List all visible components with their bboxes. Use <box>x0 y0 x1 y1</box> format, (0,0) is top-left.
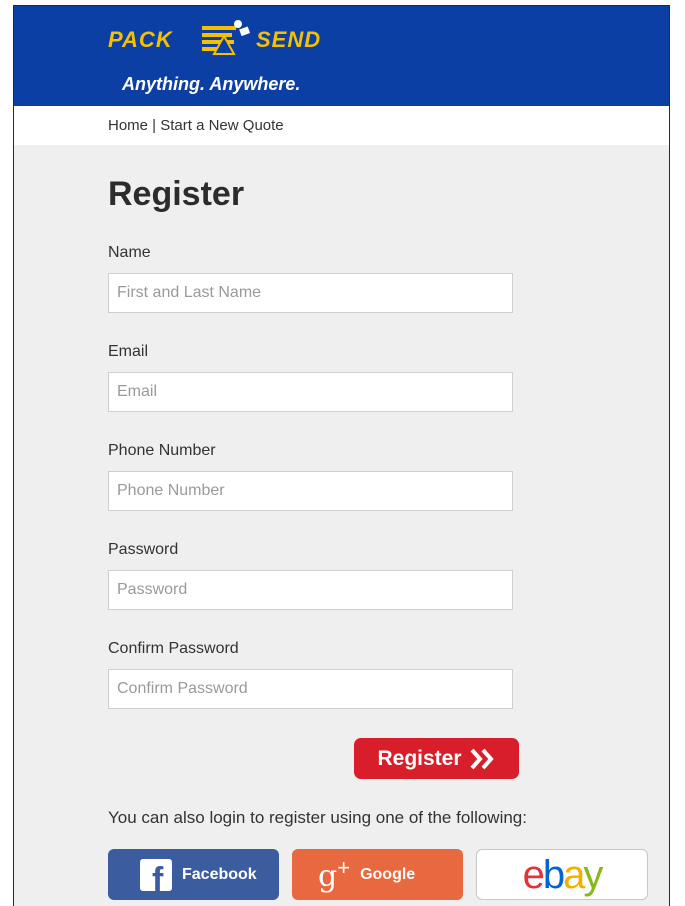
password-input[interactable] <box>108 570 513 610</box>
double-chevron-right-icon <box>470 748 494 769</box>
ebay-logo: ebay <box>522 852 604 897</box>
google-label: Google <box>360 865 416 883</box>
register-button[interactable]: Register <box>354 738 519 779</box>
name-label: Name <box>108 244 151 261</box>
site-header: PACK SEND Anything. Anywhere. <box>14 6 669 106</box>
breadcrumb-separator: | <box>148 117 161 134</box>
name-input[interactable] <box>108 273 513 313</box>
pack-send-logo[interactable]: PACK SEND <box>108 18 348 58</box>
confirm-password-label: Confirm Password <box>108 640 239 657</box>
ebay-login-button[interactable]: ebay <box>476 849 648 900</box>
page-frame: PACK SEND Anything. Anywhere. Home | Sta… <box>13 5 670 906</box>
facebook-login-button[interactable]: f Facebook <box>108 849 279 900</box>
breadcrumb-home-link[interactable]: Home <box>108 117 148 134</box>
password-label: Password <box>108 541 179 558</box>
google-login-button[interactable]: g+ Google <box>292 849 463 900</box>
phone-input[interactable] <box>108 471 513 511</box>
logo-runner-icon <box>202 20 251 55</box>
email-input[interactable] <box>108 372 513 412</box>
alternate-login-text: You can also login to register using one… <box>108 808 527 827</box>
breadcrumb: Home | Start a New Quote <box>108 117 284 134</box>
google-plus-icon: g+ <box>318 855 351 894</box>
logo-word-send: SEND <box>256 27 322 52</box>
email-label: Email <box>108 343 149 360</box>
page-title: Register <box>108 175 245 213</box>
logo-word-pack: PACK <box>108 27 173 52</box>
facebook-label: Facebook <box>182 865 257 883</box>
phone-label: Phone Number <box>108 442 216 459</box>
breadcrumb-bar: Home | Start a New Quote <box>14 106 669 145</box>
confirm-password-input[interactable] <box>108 669 513 709</box>
breadcrumb-new-quote-link[interactable]: Start a New Quote <box>160 117 283 134</box>
register-button-label: Register <box>377 746 462 770</box>
facebook-icon: f <box>140 858 172 891</box>
brand-tagline: Anything. Anywhere. <box>122 74 301 94</box>
